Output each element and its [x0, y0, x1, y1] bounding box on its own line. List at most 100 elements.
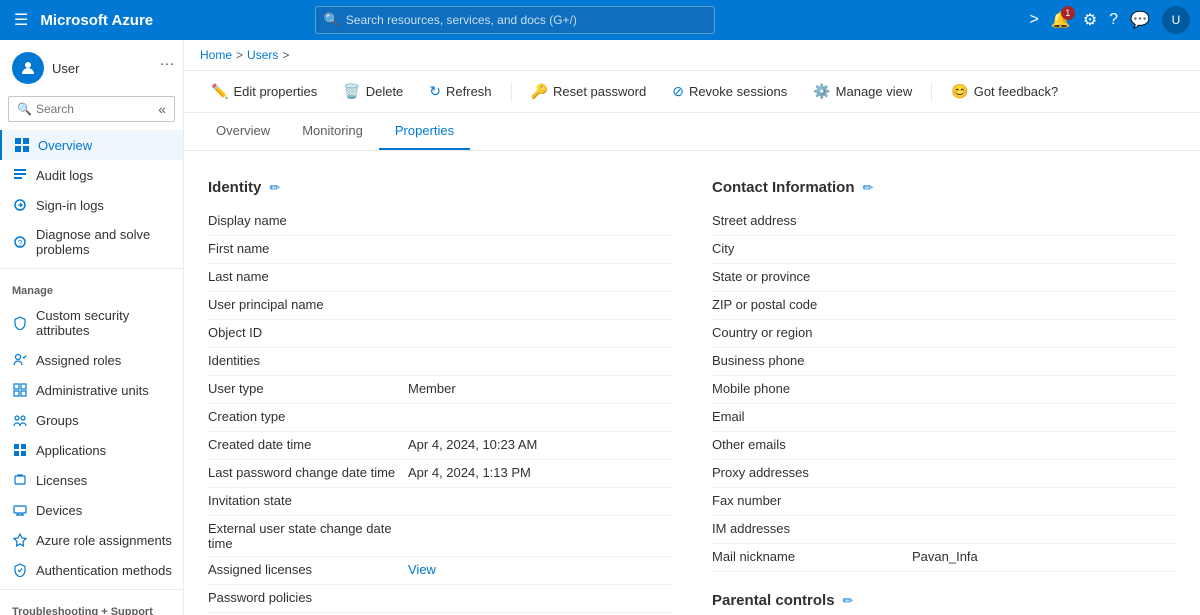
prop-identities-label: Identities — [208, 353, 408, 368]
revoke-sessions-label: Revoke sessions — [689, 84, 787, 99]
prop-street-label: Street address — [712, 213, 912, 228]
tab-monitoring[interactable]: Monitoring — [286, 113, 379, 150]
reset-password-label: Reset password — [553, 84, 646, 99]
prop-fax-label: Fax number — [712, 493, 912, 508]
prop-city: City — [712, 236, 1176, 264]
prop-created-datetime-label: Created date time — [208, 437, 408, 452]
breadcrumb-home[interactable]: Home — [200, 48, 232, 62]
revoke-sessions-button[interactable]: ⊘ Revoke sessions — [661, 77, 798, 106]
roles-icon — [12, 352, 28, 368]
sidebar-divider-1 — [0, 268, 183, 269]
sidebar-item-diagnose[interactable]: ? Diagnose and solve problems — [0, 220, 183, 264]
delete-label: Delete — [366, 84, 404, 99]
sidebar-item-custom-security-label: Custom security attributes — [36, 308, 175, 338]
prop-creation-type-label: Creation type — [208, 409, 408, 424]
search-icon: 🔍 — [324, 12, 340, 28]
feedback-icon[interactable]: 💬 — [1130, 10, 1150, 30]
breadcrumb-users[interactable]: Users — [247, 48, 278, 62]
prop-invitation-state-label: Invitation state — [208, 493, 408, 508]
prop-object-id-label: Object ID — [208, 325, 408, 340]
parental-title: Parental controls — [712, 592, 835, 609]
prop-mail-nickname-label: Mail nickname — [712, 549, 912, 564]
sidebar-item-diagnose-label: Diagnose and solve problems — [36, 227, 175, 257]
applications-icon — [12, 442, 28, 458]
identity-edit-icon[interactable]: ✏ — [269, 180, 280, 196]
manage-view-button[interactable]: ⚙️ Manage view — [802, 77, 923, 106]
contact-title: Contact Information — [712, 179, 855, 196]
hamburger-icon[interactable]: ☰ — [10, 6, 32, 34]
sidebar-search-input[interactable] — [36, 102, 154, 116]
contact-section: Contact Information ✏ Street address Cit… — [712, 171, 1176, 615]
devices-icon — [12, 502, 28, 518]
sidebar-item-groups-label: Groups — [36, 413, 79, 428]
prop-last-name-label: Last name — [208, 269, 408, 284]
prop-mobile-phone-label: Mobile phone — [712, 381, 912, 396]
sidebar-item-auth-methods[interactable]: Authentication methods — [0, 555, 183, 585]
prop-created-datetime-value: Apr 4, 2024, 10:23 AM — [408, 437, 672, 452]
prop-display-name-label: Display name — [208, 213, 408, 228]
prop-assigned-licenses-value[interactable]: View — [408, 562, 672, 577]
cloud-shell-icon[interactable]: > — [1030, 11, 1039, 29]
azure-roles-icon — [12, 532, 28, 548]
reset-password-icon: 🔑 — [531, 83, 548, 100]
sidebar-ellipsis-button[interactable]: … — [159, 52, 175, 70]
settings-icon[interactable]: ⚙ — [1083, 10, 1097, 30]
sidebar-item-audit-label: Audit logs — [36, 168, 93, 183]
prop-external-state-label: External user state change date time — [208, 521, 408, 551]
properties-panel: Identity ✏ Display name First name Last … — [184, 151, 1200, 615]
manage-view-icon: ⚙️ — [813, 83, 830, 100]
sidebar-item-licenses[interactable]: Licenses — [0, 465, 183, 495]
notifications-icon[interactable]: 🔔 1 — [1051, 10, 1071, 30]
signin-icon — [12, 197, 28, 213]
prop-other-emails: Other emails — [712, 432, 1176, 460]
tab-overview-label: Overview — [216, 123, 270, 138]
reset-password-button[interactable]: 🔑 Reset password — [520, 77, 658, 106]
troubleshoot-section-label: Troubleshooting + Support — [0, 594, 183, 615]
contact-edit-icon[interactable]: ✏ — [863, 180, 874, 196]
prop-proxy-label: Proxy addresses — [712, 465, 912, 480]
user-avatar[interactable]: U — [1162, 6, 1190, 34]
sidebar-item-audit-logs[interactable]: Audit logs — [0, 160, 183, 190]
prop-creation-type: Creation type — [208, 404, 672, 432]
sidebar-item-signin-logs[interactable]: Sign-in logs — [0, 190, 183, 220]
sidebar-item-custom-security[interactable]: Custom security attributes — [0, 301, 183, 345]
licenses-icon — [12, 472, 28, 488]
help-icon[interactable]: ? — [1109, 11, 1118, 29]
prop-first-name-label: First name — [208, 241, 408, 256]
auth-icon — [12, 562, 28, 578]
search-input[interactable] — [346, 13, 706, 27]
prop-external-state-change: External user state change date time — [208, 516, 672, 557]
tab-properties[interactable]: Properties — [379, 113, 470, 150]
delete-icon: 🗑️ — [343, 83, 360, 100]
sidebar-item-applications[interactable]: Applications — [0, 435, 183, 465]
parental-edit-icon[interactable]: ✏ — [843, 593, 854, 609]
sidebar-search-box: 🔍 « — [8, 96, 175, 122]
edit-properties-button[interactable]: ✏️ Edit properties — [200, 77, 328, 106]
edit-icon: ✏️ — [211, 83, 228, 100]
groups-icon — [12, 412, 28, 428]
identity-title: Identity — [208, 179, 261, 196]
app-logo: Microsoft Azure — [40, 12, 153, 29]
feedback-button[interactable]: 😊 Got feedback? — [940, 77, 1069, 106]
sidebar-item-devices[interactable]: Devices — [0, 495, 183, 525]
delete-button[interactable]: 🗑️ Delete — [332, 77, 414, 106]
prop-other-emails-label: Other emails — [712, 437, 912, 452]
prop-user-type-value: Member — [408, 381, 672, 396]
sidebar-collapse-icon[interactable]: « — [158, 101, 166, 117]
sidebar-divider-2 — [0, 589, 183, 590]
topbar-actions: > 🔔 1 ⚙ ? 💬 U — [1030, 6, 1190, 34]
toolbar: ✏️ Edit properties 🗑️ Delete ↻ Refresh 🔑… — [184, 71, 1200, 113]
custom-security-icon — [12, 315, 28, 331]
sidebar-item-admin-units[interactable]: Administrative units — [0, 375, 183, 405]
prop-assigned-licenses: Assigned licenses View — [208, 557, 672, 585]
sidebar-item-overview[interactable]: Overview — [0, 130, 183, 160]
sidebar-avatar — [12, 52, 44, 84]
refresh-button[interactable]: ↻ Refresh — [418, 77, 502, 106]
toolbar-separator-1 — [511, 82, 512, 102]
sidebar-item-assigned-roles[interactable]: Assigned roles — [0, 345, 183, 375]
prop-state-label: State or province — [712, 269, 912, 284]
tab-overview[interactable]: Overview — [200, 113, 286, 150]
prop-zip: ZIP or postal code — [712, 292, 1176, 320]
sidebar-item-groups[interactable]: Groups — [0, 405, 183, 435]
sidebar-item-azure-roles[interactable]: Azure role assignments — [0, 525, 183, 555]
